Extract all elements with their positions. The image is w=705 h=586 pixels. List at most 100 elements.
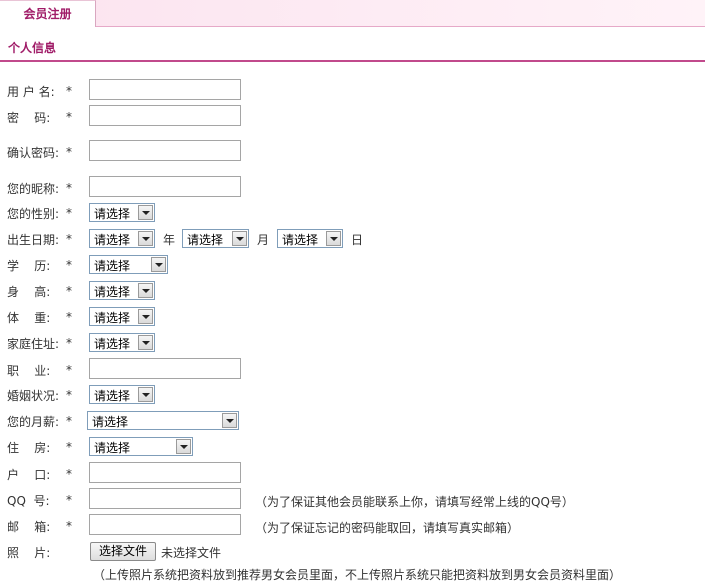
form-row-confirm-password: 确认密码: *	[0, 140, 705, 166]
required-mark: *	[66, 206, 72, 220]
confirm-password-label: 确认密码:	[7, 146, 60, 160]
required-mark: *	[66, 84, 72, 98]
required-mark: *	[66, 493, 72, 507]
form-row-email: 邮 箱: * （为了保证忘记的密码能取回，请填写真实邮箱）	[0, 514, 705, 540]
photo-note: （上传照片系统把资料放到推荐男女会员里面，不上传照片系统只能把资料放到男女会员资…	[93, 568, 622, 582]
day-unit: 日	[351, 233, 364, 247]
chevron-down-icon[interactable]	[222, 413, 237, 428]
monthly-salary-label: 您的月薪:	[7, 415, 60, 429]
qq-input[interactable]	[89, 488, 241, 509]
tab-bar: 会员注册	[0, 0, 705, 27]
hukou-label: 户 口:	[7, 468, 51, 482]
form-row-housing: 住 房: * 请选择	[0, 435, 705, 461]
username-input[interactable]	[89, 79, 241, 100]
required-mark: *	[66, 145, 72, 159]
year-unit: 年	[163, 233, 176, 247]
photo-label: 照 片:	[7, 546, 51, 560]
weight-select-value: 请选择	[94, 311, 131, 325]
occupation-input[interactable]	[89, 358, 241, 379]
required-mark: *	[66, 467, 72, 481]
housing-select-value: 请选择	[94, 441, 131, 455]
qq-label: QQ 号:	[7, 494, 50, 508]
form-row-height: 身 高: * 请选择	[0, 279, 705, 305]
birth-month-select[interactable]: 请选择	[182, 229, 249, 248]
birth-year-value: 请选择	[94, 233, 131, 247]
nickname-label: 您的昵称:	[7, 182, 60, 196]
confirm-password-input[interactable]	[89, 140, 241, 161]
marital-status-select[interactable]: 请选择	[89, 385, 155, 404]
chevron-down-icon[interactable]	[151, 257, 166, 272]
password-input[interactable]	[89, 105, 241, 126]
form-row-username: 用 户 名: *	[0, 79, 705, 105]
height-label: 身 高:	[7, 285, 51, 299]
chevron-down-icon[interactable]	[232, 231, 247, 246]
required-mark: *	[66, 336, 72, 350]
weight-select[interactable]: 请选择	[89, 307, 155, 326]
password-label: 密 码:	[7, 111, 51, 125]
required-mark: *	[66, 519, 72, 533]
height-select-value: 请选择	[94, 285, 131, 299]
birth-month-value: 请选择	[187, 233, 224, 247]
chevron-down-icon[interactable]	[138, 309, 153, 324]
housing-select[interactable]: 请选择	[89, 437, 193, 456]
qq-hint: （为了保证其他会员能联系上你，请填写经常上线的QQ号）	[255, 495, 574, 509]
form-row-occupation: 职 业: *	[0, 358, 705, 384]
required-mark: *	[66, 440, 72, 454]
tab-member-register[interactable]: 会员注册	[0, 0, 96, 27]
education-select[interactable]: 请选择	[89, 255, 168, 274]
form-row-monthly-salary: 您的月薪: * 请选择	[0, 409, 705, 435]
birth-day-select[interactable]: 请选择	[277, 229, 343, 248]
chevron-down-icon[interactable]	[176, 439, 191, 454]
monthly-salary-select-value: 请选择	[92, 415, 129, 429]
form-row-birthday: 出生日期: * 请选择 年 请选择 月 请选择 日	[0, 227, 705, 253]
chevron-down-icon[interactable]	[138, 231, 153, 246]
weight-label: 体 重:	[7, 311, 51, 325]
chevron-down-icon[interactable]	[138, 387, 153, 402]
gender-select[interactable]: 请选择	[89, 203, 155, 222]
height-select[interactable]: 请选择	[89, 281, 155, 300]
email-label: 邮 箱:	[7, 520, 51, 534]
form-row-nickname: 您的昵称: *	[0, 176, 705, 202]
chevron-down-icon[interactable]	[138, 283, 153, 298]
form-row-qq: QQ 号: * （为了保证其他会员能联系上你，请填写经常上线的QQ号）	[0, 488, 705, 514]
education-label: 学 历:	[7, 259, 51, 273]
gender-label: 您的性别:	[7, 207, 60, 221]
housing-label: 住 房:	[7, 441, 51, 455]
email-input[interactable]	[89, 514, 241, 535]
home-address-select-value: 请选择	[94, 337, 131, 351]
required-mark: *	[66, 110, 72, 124]
form-row-password: 密 码: *	[0, 105, 705, 131]
required-mark: *	[66, 181, 72, 195]
required-mark: *	[66, 258, 72, 272]
required-mark: *	[66, 414, 72, 428]
chevron-down-icon[interactable]	[326, 231, 341, 246]
form-row-marital-status: 婚姻状况: * 请选择	[0, 383, 705, 409]
form-row-home-address: 家庭住址: * 请选择	[0, 331, 705, 357]
home-address-label: 家庭住址:	[7, 337, 60, 351]
form-row-weight: 体 重: * 请选择	[0, 305, 705, 331]
chevron-down-icon[interactable]	[138, 335, 153, 350]
chevron-down-icon[interactable]	[138, 205, 153, 220]
form-row-photo: 照 片: 选择文件 未选择文件	[0, 540, 705, 566]
gender-select-value: 请选择	[94, 207, 131, 221]
section-title: 个人信息	[8, 41, 57, 55]
marital-status-label: 婚姻状况:	[7, 389, 60, 403]
marital-status-select-value: 请选择	[94, 389, 131, 403]
form-row-education: 学 历: * 请选择	[0, 253, 705, 279]
education-select-value: 请选择	[94, 259, 131, 273]
birthday-label: 出生日期:	[7, 233, 60, 247]
home-address-select[interactable]: 请选择	[89, 333, 155, 352]
birth-day-value: 请选择	[282, 233, 319, 247]
required-mark: *	[66, 232, 72, 246]
email-hint: （为了保证忘记的密码能取回，请填写真实邮箱）	[255, 521, 520, 535]
section-header: 个人信息	[0, 34, 705, 62]
birth-year-select[interactable]: 请选择	[89, 229, 155, 248]
required-mark: *	[66, 363, 72, 377]
occupation-label: 职 业:	[7, 364, 51, 378]
username-label: 用 户 名:	[7, 85, 55, 99]
nickname-input[interactable]	[89, 176, 241, 197]
required-mark: *	[66, 310, 72, 324]
choose-file-button[interactable]: 选择文件	[90, 542, 156, 561]
hukou-input[interactable]	[89, 462, 241, 483]
monthly-salary-select[interactable]: 请选择	[87, 411, 239, 430]
